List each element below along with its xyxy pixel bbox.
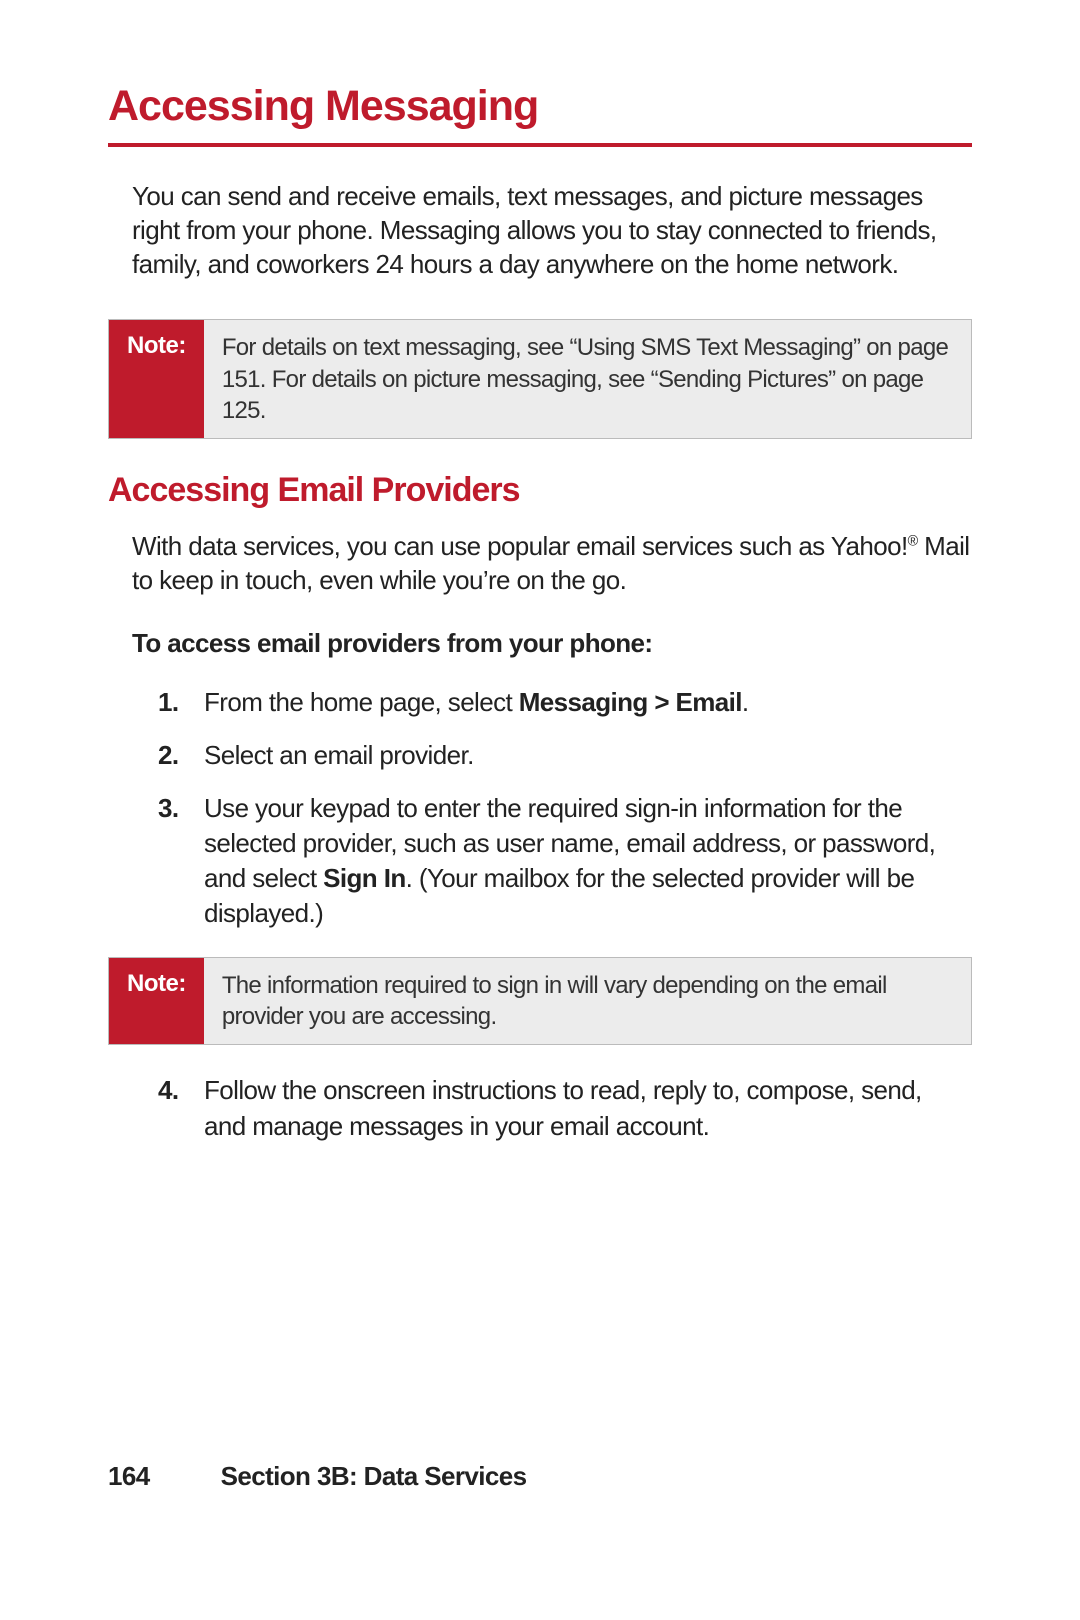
registered-symbol: ® (908, 533, 918, 549)
page-number: 164 (108, 1461, 214, 1492)
intro-paragraph: You can send and receive emails, text me… (132, 180, 968, 281)
step-number: 2. (158, 738, 204, 773)
page-title: Accessing Messaging (108, 82, 972, 131)
step-3: 3. Use your keypad to enter the required… (158, 791, 968, 931)
step-text: Use your keypad to enter the required si… (204, 791, 968, 931)
note-label: Note: (109, 958, 204, 1044)
desc-pre: With data services, you can use popular … (132, 531, 908, 561)
note-box-2: Note: The information required to sign i… (108, 957, 972, 1045)
note-box-1: Note: For details on text messaging, see… (108, 319, 972, 439)
procedure-list-continued: 4. Follow the onscreen instructions to r… (158, 1073, 968, 1143)
page-footer: 164 Section 3B: Data Services (108, 1461, 526, 1492)
step-number: 3. (158, 791, 204, 931)
step-4: 4. Follow the onscreen instructions to r… (158, 1073, 968, 1143)
step-text: From the home page, select Messaging > E… (204, 685, 968, 720)
title-divider (108, 143, 972, 147)
section-description: With data services, you can use popular … (132, 530, 972, 598)
note-content: For details on text messaging, see “Usin… (204, 320, 971, 438)
step-number: 4. (158, 1073, 204, 1143)
step-number: 1. (158, 685, 204, 720)
procedure-list: 1. From the home page, select Messaging … (158, 685, 968, 932)
note-content: The information required to sign in will… (204, 958, 971, 1044)
step-text: Follow the onscreen instructions to read… (204, 1073, 968, 1143)
note-label: Note: (109, 320, 204, 438)
section-label: Section 3B: Data Services (221, 1461, 527, 1491)
step-2: 2. Select an email provider. (158, 738, 968, 773)
section-heading: Accessing Email Providers (108, 471, 972, 510)
step-text: Select an email provider. (204, 738, 968, 773)
step-1: 1. From the home page, select Messaging … (158, 685, 968, 720)
procedure-subhead: To access email providers from your phon… (132, 628, 972, 659)
